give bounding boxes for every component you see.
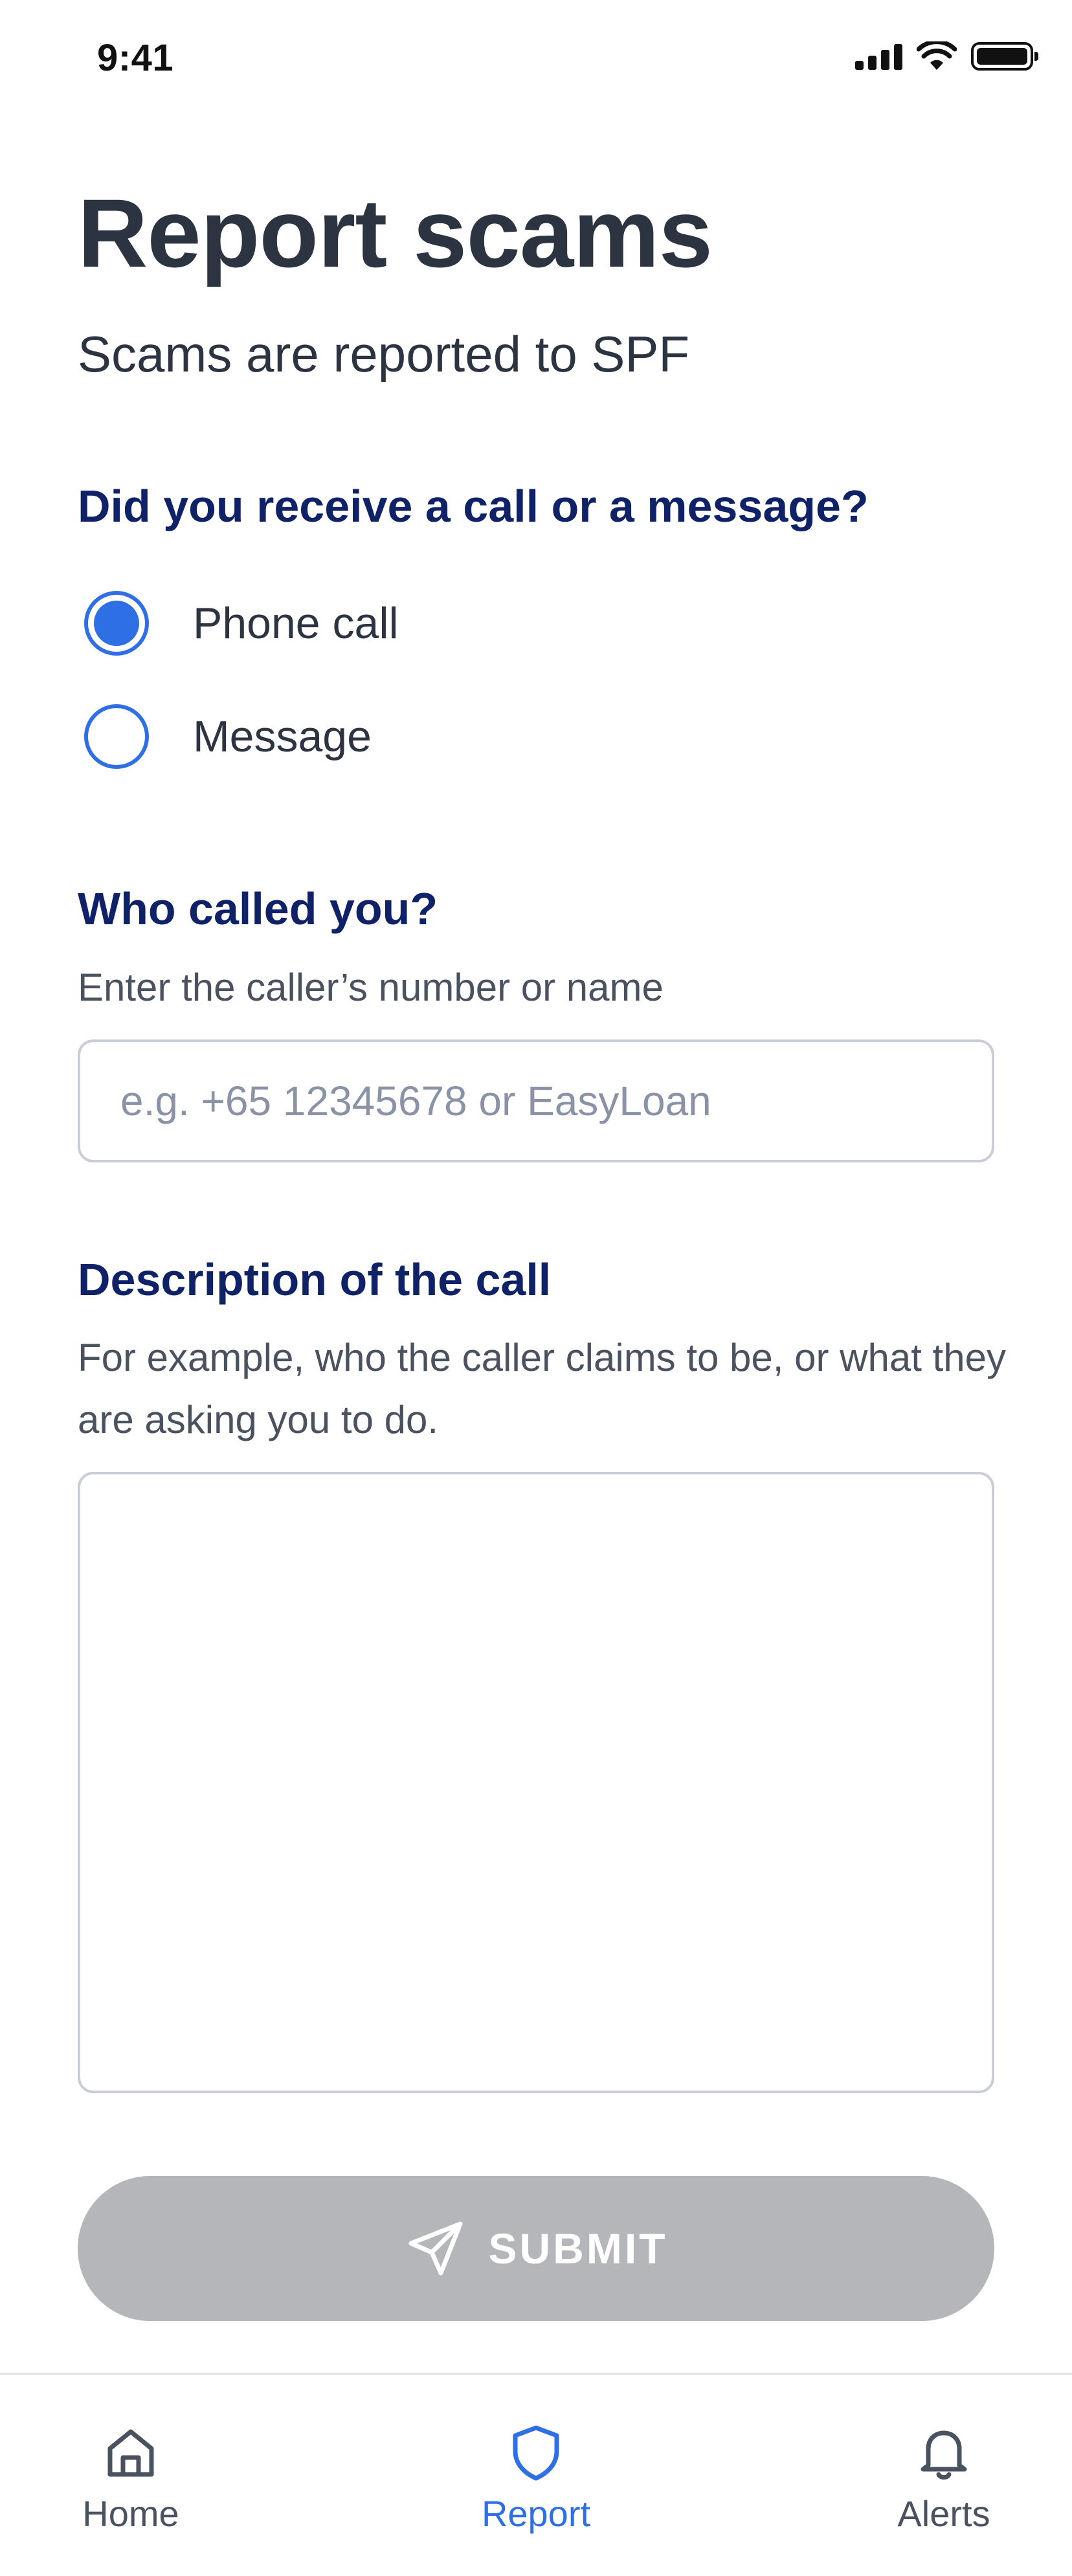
bell-icon [921,2430,967,2480]
page-title: Report scams [78,179,713,287]
battery-icon [971,42,1038,71]
tab-report-label: Report [481,2493,591,2534]
radio-label-message: Message [193,712,372,761]
tab-report[interactable]: Report [439,2375,633,2569]
bottom-tab-bar: Home Report Alerts [0,2373,1072,2576]
page-subtitle: Scams are reported to SPF [78,326,690,383]
radio-option-phone-call[interactable]: Phone call [84,588,399,659]
submit-button[interactable]: SUBMIT [78,2176,994,2321]
tab-home-label: Home [82,2493,179,2534]
radio-option-message[interactable]: Message [84,701,372,772]
status-bar: 9:41 [0,0,1072,117]
radio-button-unselected[interactable] [84,704,149,769]
status-icons [855,40,1038,72]
radio-button-selected[interactable] [84,591,149,656]
description-section-title: Description of the call [78,1254,552,1305]
tab-alerts-label: Alerts [897,2493,990,2534]
radio-label-phone-call: Phone call [193,599,399,648]
status-time: 9:41 [97,37,174,79]
tab-home[interactable]: Home [34,2375,228,2569]
send-icon [408,2221,462,2276]
caller-hint: Enter the caller’s number or name [78,966,664,1009]
tab-alerts[interactable]: Alerts [847,2375,1041,2569]
cellular-signal-icon [855,43,902,70]
home-icon [107,2429,154,2477]
contact-type-question: Did you receive a call or a message? [78,481,869,531]
description-hint: For example, who the caller claims to be… [78,1336,1006,1441]
submit-label: SUBMIT [488,2225,668,2272]
caller-input[interactable] [78,1039,994,1162]
caller-section-title: Who called you? [78,883,438,934]
shield-icon [513,2425,559,2481]
report-scams-screen: 9:41 Report scams Scams are reported to … [0,0,1072,2576]
wifi-icon [917,41,957,70]
description-textarea[interactable] [78,1472,994,2093]
